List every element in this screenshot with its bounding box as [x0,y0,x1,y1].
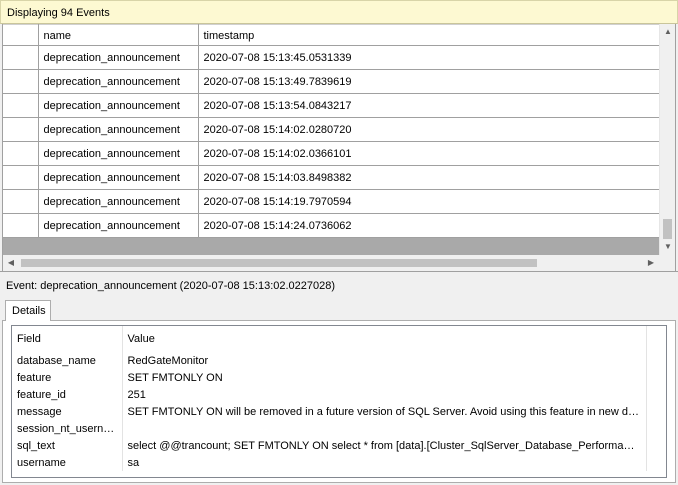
list-item[interactable]: message SET FMTONLY ON will be removed in… [12,403,666,420]
field-name-cell[interactable]: feature_id [12,386,123,403]
filler-cell [646,369,666,386]
list-item[interactable]: feature_id 251 [12,386,666,403]
event-count-text: Displaying 94 Events [7,7,110,19]
field-name-cell[interactable]: session_nt_username [12,420,123,437]
table-row[interactable]: deprecation_announcement 2020-07-08 15:14… [3,141,659,166]
row-selector[interactable] [3,189,39,214]
field-name-cell[interactable]: sql_text [12,437,123,454]
field-value-cell[interactable]: RedGateMonitor [122,352,647,369]
row-selector[interactable] [3,69,39,94]
event-timestamp-cell[interactable]: 2020-07-08 15:13:49.7839619 [198,69,659,94]
event-timestamp-cell[interactable]: 2020-07-08 15:14:03.8498382 [198,165,659,190]
table-row[interactable]: deprecation_announcement 2020-07-08 15:14… [3,189,659,214]
event-timestamp-cell[interactable]: 2020-07-08 15:14:02.0280720 [198,117,659,142]
event-timestamp-cell[interactable]: 2020-07-08 15:13:45.0531339 [198,45,659,70]
event-name-cell[interactable]: deprecation_announcement [38,213,199,238]
row-selector[interactable] [3,141,39,166]
details-tab-panel: Field Value database_name RedGateMonitor … [2,320,676,483]
field-value-cell[interactable]: 251 [122,386,647,403]
event-timestamp-cell[interactable]: 2020-07-08 15:14:02.0366101 [198,141,659,166]
scroll-up-icon[interactable]: ▲ [660,24,675,40]
events-header-row: name timestamp [3,24,659,46]
table-row[interactable]: deprecation_announcement 2020-07-08 15:13… [3,93,659,118]
event-name-cell[interactable]: deprecation_announcement [38,117,199,142]
list-item[interactable]: feature SET FMTONLY ON [12,369,666,386]
filler-cell [646,386,666,403]
field-name-cell[interactable]: feature [12,369,123,386]
events-grid[interactable]: name timestamp deprecation_announcement 2… [2,24,676,271]
event-name-cell[interactable]: deprecation_announcement [38,69,199,94]
row-selector[interactable] [3,213,39,238]
row-header-corner[interactable] [3,24,39,46]
scroll-left-icon[interactable]: ◀ [3,255,19,271]
field-name-cell[interactable]: message [12,403,123,420]
row-selector[interactable] [3,117,39,142]
event-name-cell[interactable]: deprecation_announcement [38,45,199,70]
events-vertical-scrollbar[interactable]: ▲ ▼ [659,24,675,255]
table-row[interactable]: deprecation_announcement 2020-07-08 15:14… [3,165,659,190]
row-selector[interactable] [3,165,39,190]
column-header-filler [646,326,666,352]
table-row[interactable]: deprecation_announcement 2020-07-08 15:13… [3,69,659,94]
event-name-cell[interactable]: deprecation_announcement [38,189,199,214]
list-item[interactable]: session_nt_username [12,420,666,437]
events-horizontal-scrollbar[interactable]: ◀ ▶ [3,255,659,271]
field-name-cell[interactable]: username [12,454,123,471]
scrollbar-corner [659,255,675,271]
event-timestamp-cell[interactable]: 2020-07-08 15:14:19.7970594 [198,189,659,214]
column-header-field[interactable]: Field [12,326,123,352]
list-item[interactable]: database_name RedGateMonitor [12,352,666,369]
filler-cell [646,420,666,437]
scroll-down-icon[interactable]: ▼ [660,239,675,255]
details-list[interactable]: Field Value database_name RedGateMonitor … [11,325,667,478]
column-header-value[interactable]: Value [122,326,647,352]
events-grid-body: name timestamp deprecation_announcement 2… [3,24,659,255]
row-selector[interactable] [3,93,39,118]
field-value-cell[interactable]: select @@trancount; SET FMTONLY ON selec… [122,437,647,454]
event-timestamp-cell[interactable]: 2020-07-08 15:14:24.0736062 [198,213,659,238]
field-value-cell[interactable]: SET FMTONLY ON [122,369,647,386]
column-header-timestamp[interactable]: timestamp [198,24,659,46]
pane-splitter[interactable] [0,271,678,277]
tab-details[interactable]: Details [5,300,51,321]
filler-cell [646,403,666,420]
tab-details-label: Details [12,305,46,317]
selected-event-label: Event: deprecation_announcement (2020-07… [6,280,336,292]
row-selector[interactable] [3,45,39,70]
event-count-banner: Displaying 94 Events [0,0,678,24]
list-item[interactable]: sql_text select @@trancount; SET FMTONLY … [12,437,666,454]
field-name-cell[interactable]: database_name [12,352,123,369]
field-value-cell[interactable] [122,420,647,437]
event-name-cell[interactable]: deprecation_announcement [38,141,199,166]
table-row[interactable]: deprecation_announcement 2020-07-08 15:14… [3,213,659,238]
table-row[interactable]: deprecation_announcement 2020-07-08 15:14… [3,117,659,142]
field-value-cell[interactable]: sa [122,454,647,471]
horizontal-scroll-thumb[interactable] [21,259,537,267]
event-name-cell[interactable]: deprecation_announcement [38,93,199,118]
event-timestamp-cell[interactable]: 2020-07-08 15:13:54.0843217 [198,93,659,118]
scroll-right-icon[interactable]: ▶ [643,255,659,271]
filler-cell [646,352,666,369]
vertical-scroll-thumb[interactable] [663,219,672,239]
event-name-cell[interactable]: deprecation_announcement [38,165,199,190]
details-header-row: Field Value [12,326,666,352]
column-header-name[interactable]: name [38,24,199,46]
table-row[interactable]: deprecation_announcement 2020-07-08 15:13… [3,45,659,70]
events-table: name timestamp deprecation_announcement 2… [3,24,659,238]
details-table: Field Value database_name RedGateMonitor … [12,326,666,471]
filler-cell [646,454,666,471]
field-value-cell[interactable]: SET FMTONLY ON will be removed in a futu… [122,403,647,420]
list-item[interactable]: username sa [12,454,666,471]
filler-cell [646,437,666,454]
